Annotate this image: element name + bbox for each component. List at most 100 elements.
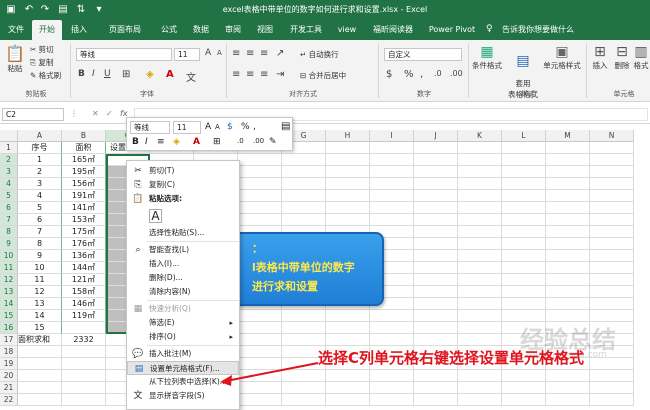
menu-item-paste[interactable]: 📋 粘贴选项: <box>127 192 239 206</box>
cell[interactable] <box>502 262 546 274</box>
row-header[interactable]: 20 <box>0 370 18 382</box>
percent-icon[interactable]: % <box>404 69 414 80</box>
cell[interactable]: 13 <box>18 298 62 310</box>
cell[interactable]: 8 <box>18 238 62 250</box>
cell[interactable]: 2332 <box>62 334 106 346</box>
row-header[interactable]: 6 <box>0 202 18 214</box>
cell[interactable] <box>62 358 106 370</box>
cell[interactable] <box>590 382 634 394</box>
row-header[interactable]: 12 <box>0 274 18 286</box>
cell[interactable] <box>326 142 370 154</box>
cell[interactable] <box>502 178 546 190</box>
cell[interactable] <box>326 166 370 178</box>
cell[interactable] <box>18 346 62 358</box>
cell[interactable] <box>18 382 62 394</box>
cell[interactable] <box>370 394 414 406</box>
mini-bold-button[interactable]: B <box>132 137 139 147</box>
cell[interactable] <box>370 202 414 214</box>
menu-item-pinyin[interactable]: 文显示拼音字段(S) <box>127 389 239 403</box>
copy-button[interactable]: ⎘ 复制 <box>30 57 53 68</box>
cell[interactable] <box>414 334 458 346</box>
cell[interactable] <box>370 178 414 190</box>
mini-align-icon[interactable]: ≡ <box>157 137 165 147</box>
cell[interactable] <box>502 298 546 310</box>
cell[interactable] <box>458 202 502 214</box>
cell[interactable]: 12 <box>18 286 62 298</box>
cell[interactable] <box>282 154 326 166</box>
cell[interactable] <box>502 166 546 178</box>
cell[interactable] <box>590 166 634 178</box>
cell[interactable] <box>370 382 414 394</box>
name-box[interactable]: C2 <box>2 108 64 121</box>
mini-comma-icon[interactable]: , <box>253 122 256 132</box>
align-middle-icon[interactable]: ≡ <box>246 48 254 59</box>
column-header-a[interactable]: A <box>18 130 62 142</box>
row-header[interactable]: 10 <box>0 250 18 262</box>
cell[interactable] <box>590 286 634 298</box>
column-header-i[interactable]: I <box>370 130 414 142</box>
cell[interactable]: 面积 <box>62 142 106 154</box>
underline-button[interactable]: U <box>104 69 111 79</box>
cell[interactable] <box>414 274 458 286</box>
cell[interactable] <box>502 370 546 382</box>
cell[interactable] <box>590 238 634 250</box>
cell[interactable] <box>458 322 502 334</box>
row-header[interactable]: 17 <box>0 334 18 346</box>
cell[interactable]: 136㎡ <box>62 250 106 262</box>
cell[interactable] <box>502 226 546 238</box>
tab-view[interactable]: 视图 <box>252 20 278 40</box>
row-header[interactable]: 18 <box>0 346 18 358</box>
cell[interactable] <box>282 370 326 382</box>
row-header[interactable]: 21 <box>0 382 18 394</box>
cell[interactable] <box>326 322 370 334</box>
cell[interactable]: 面积求和 <box>18 334 62 346</box>
mini-fill-color-icon[interactable]: ◈ <box>173 137 180 147</box>
cell[interactable] <box>546 250 590 262</box>
cell[interactable]: 146㎡ <box>62 298 106 310</box>
cell[interactable] <box>370 334 414 346</box>
menu-item-copy[interactable]: ⎘ 复制(C) <box>127 178 239 192</box>
cell[interactable] <box>590 178 634 190</box>
cell[interactable]: 176㎡ <box>62 238 106 250</box>
cell[interactable] <box>414 202 458 214</box>
cell[interactable] <box>414 322 458 334</box>
cell[interactable] <box>458 298 502 310</box>
cell[interactable] <box>414 394 458 406</box>
menu-item-format-cells[interactable]: ▤ 设置单元格格式(F)... <box>127 361 239 375</box>
cell[interactable]: 158㎡ <box>62 286 106 298</box>
align-center-icon[interactable]: ≡ <box>246 69 254 80</box>
tab-insert[interactable]: 插入 <box>66 20 92 40</box>
select-all-corner[interactable] <box>0 130 18 142</box>
tab-data[interactable]: 数据 <box>188 20 214 40</box>
column-header-m[interactable]: M <box>546 130 590 142</box>
row-header[interactable]: 19 <box>0 358 18 370</box>
cell[interactable] <box>282 334 326 346</box>
cell[interactable] <box>326 214 370 226</box>
align-left-icon[interactable]: ≡ <box>232 69 240 80</box>
cell[interactable] <box>282 202 326 214</box>
row-header[interactable]: 9 <box>0 238 18 250</box>
cell[interactable]: 3 <box>18 178 62 190</box>
mini-decrease-decimal-icon[interactable]: .00 <box>253 137 264 145</box>
cell[interactable] <box>326 154 370 166</box>
cell[interactable] <box>546 286 590 298</box>
cell[interactable] <box>282 394 326 406</box>
cell[interactable] <box>458 178 502 190</box>
row-header[interactable]: 14 <box>0 298 18 310</box>
cell[interactable] <box>282 382 326 394</box>
cell[interactable] <box>326 382 370 394</box>
grow-font-icon[interactable]: A <box>205 48 211 58</box>
cell[interactable] <box>590 370 634 382</box>
cell[interactable]: 11 <box>18 274 62 286</box>
decrease-decimal-icon[interactable]: .00 <box>450 69 463 78</box>
cell[interactable] <box>458 310 502 322</box>
cell[interactable] <box>502 154 546 166</box>
cell[interactable] <box>546 190 590 202</box>
number-format-box[interactable]: 自定义 <box>384 48 462 61</box>
cell[interactable] <box>458 190 502 202</box>
cell[interactable] <box>590 250 634 262</box>
cell[interactable]: 153㎡ <box>62 214 106 226</box>
cell[interactable] <box>326 370 370 382</box>
mini-size-box[interactable]: 11 <box>173 121 201 134</box>
cell[interactable] <box>590 262 634 274</box>
